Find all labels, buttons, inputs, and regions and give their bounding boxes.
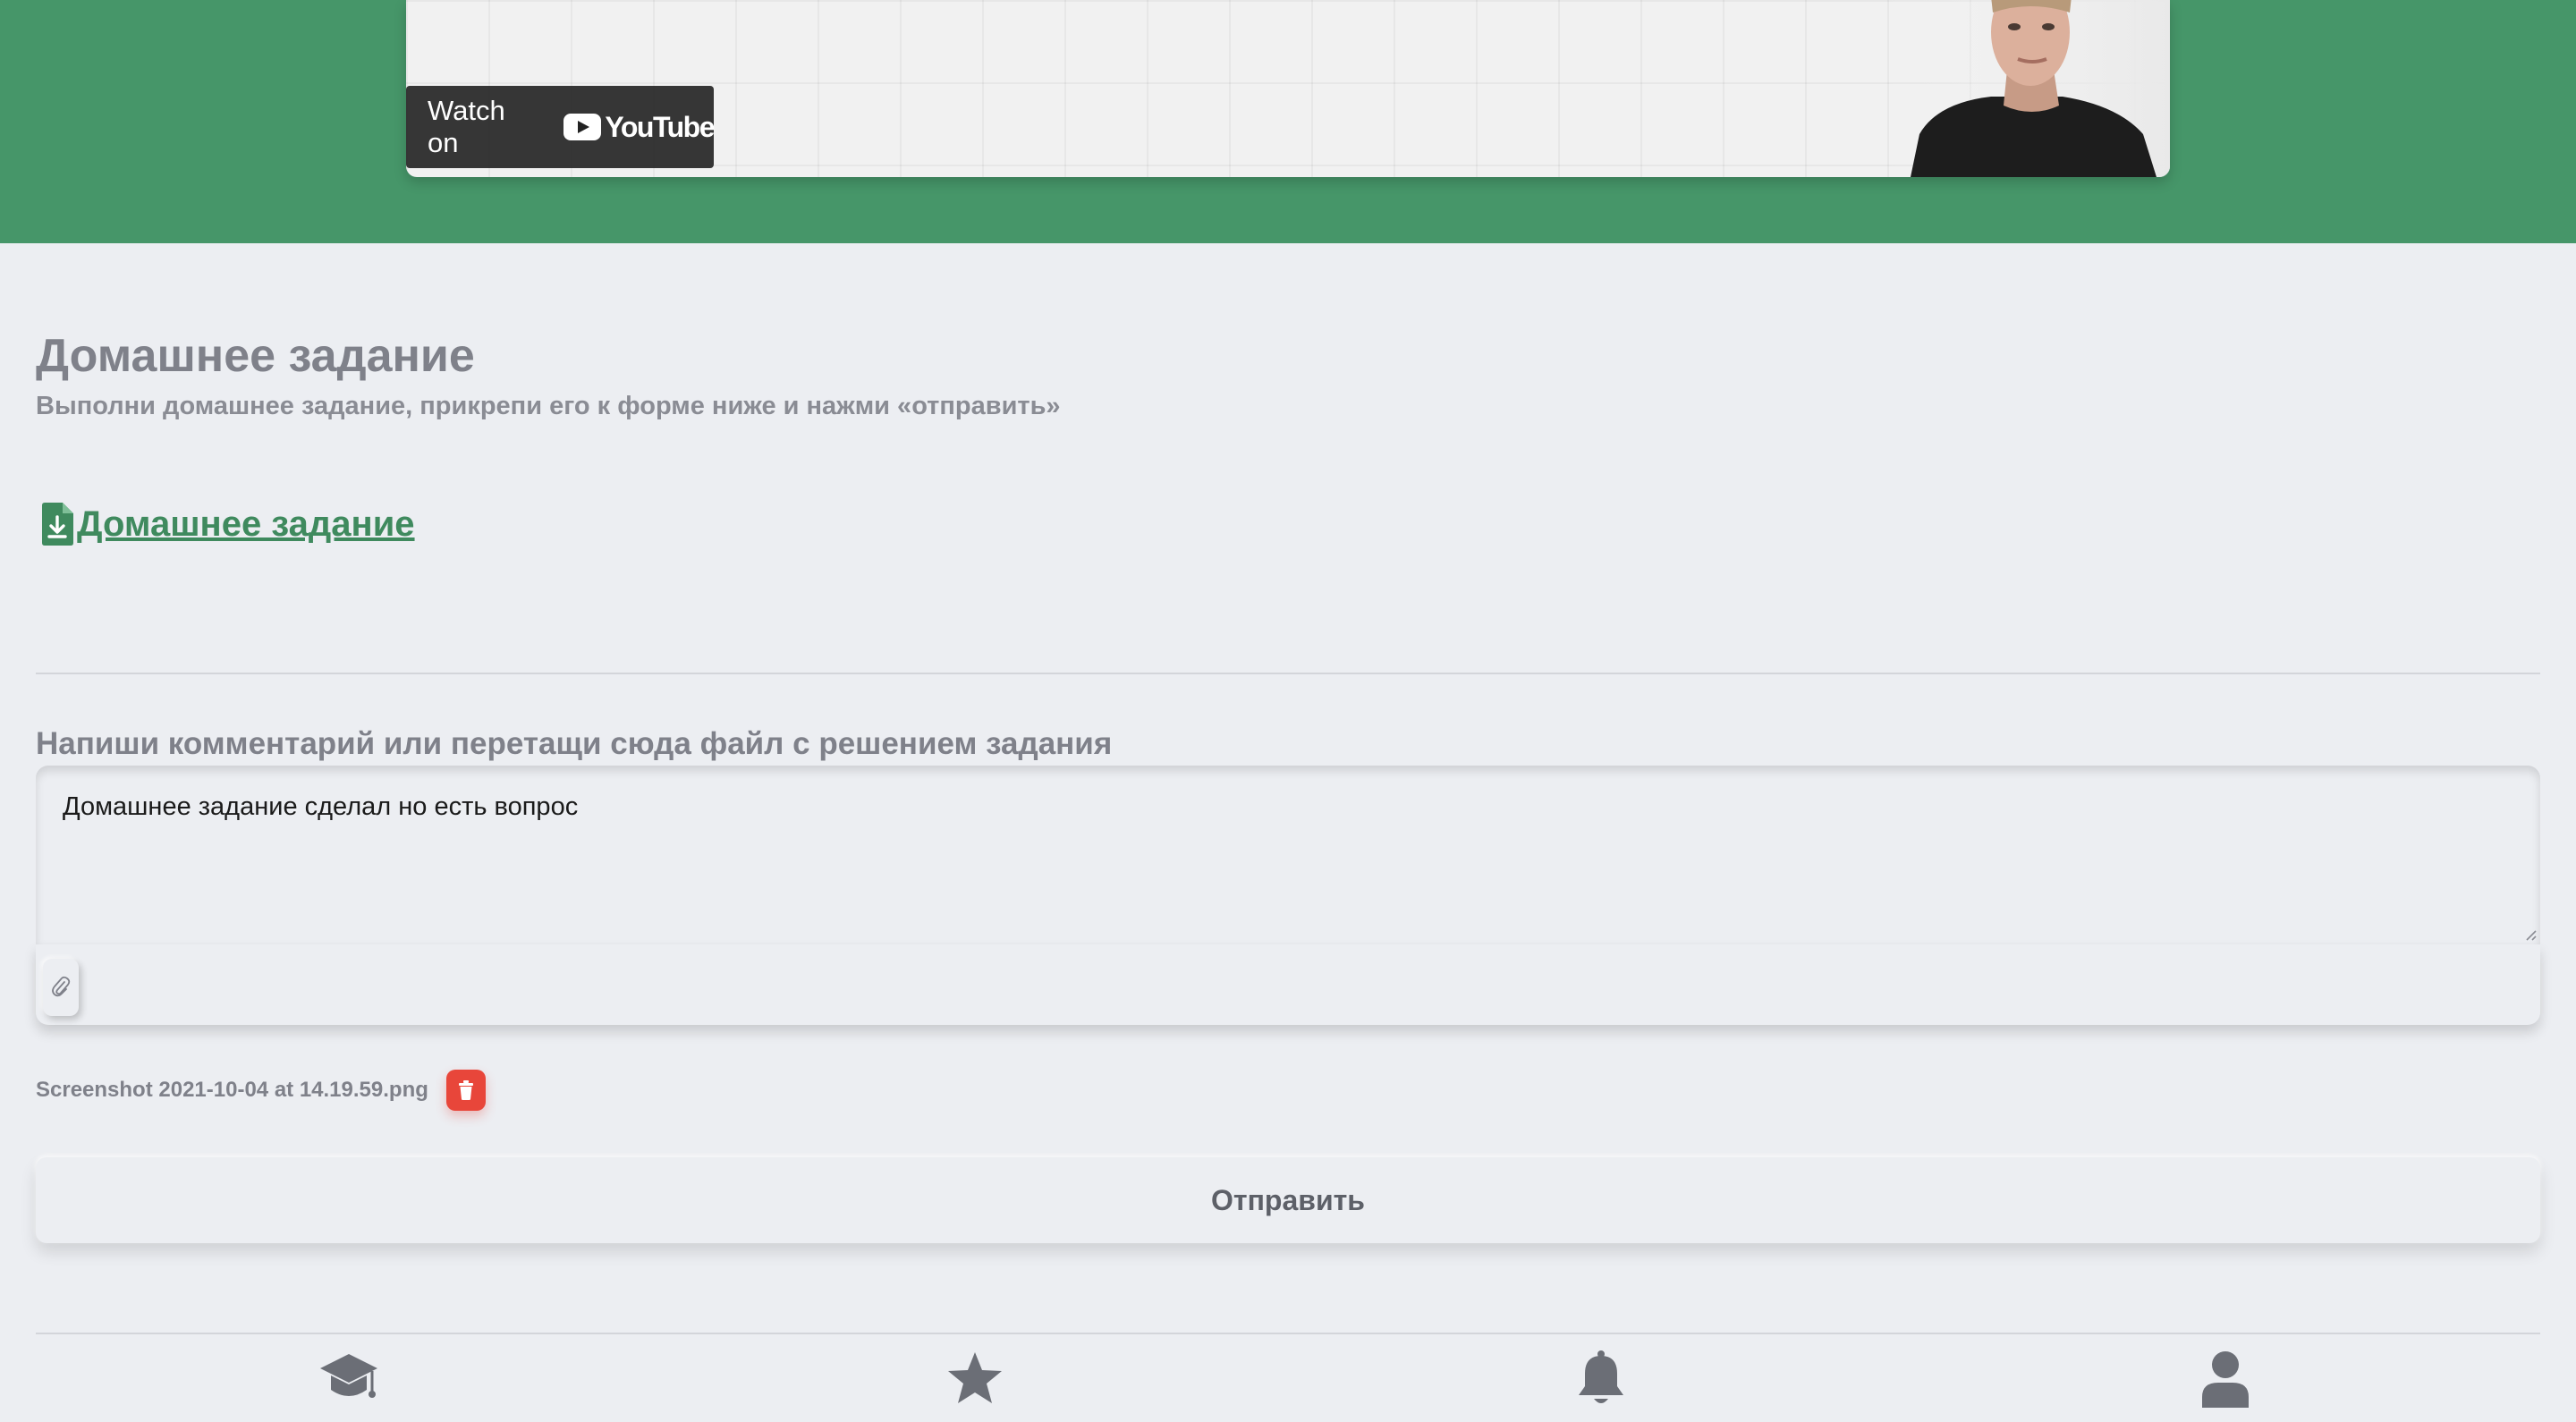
bell-icon xyxy=(1579,1350,1623,1403)
watch-on-label: Watch on xyxy=(428,95,505,158)
star-icon xyxy=(948,1352,1002,1403)
comment-textarea[interactable]: Домашнее задание сделал но есть вопрос xyxy=(36,766,2540,944)
divider xyxy=(36,673,2540,674)
graduation-cap-icon xyxy=(320,1354,377,1398)
attach-file-button[interactable] xyxy=(43,959,79,1016)
attachment-toolbar xyxy=(36,944,2540,1025)
homework-subtitle: Выполни домашнее задание, прикрепи его к… xyxy=(36,392,1061,420)
paperclip-icon xyxy=(52,976,71,997)
youtube-wordmark: YouTube xyxy=(605,110,715,143)
trash-icon xyxy=(458,1080,473,1100)
delete-file-button[interactable] xyxy=(445,1070,486,1111)
nav-favorites[interactable] xyxy=(939,1350,1011,1422)
presenter-image xyxy=(1884,0,2170,177)
homework-title: Домашнее задание xyxy=(36,330,475,382)
divider xyxy=(36,1333,2540,1334)
nav-courses[interactable] xyxy=(313,1350,385,1422)
bottom-navigation xyxy=(0,1336,2576,1422)
comment-label: Напиши комментарий или перетащи сюда фай… xyxy=(36,726,1113,761)
attached-file-name: Screenshot 2021-10-04 at 14.19.59.png xyxy=(36,1078,428,1102)
file-download-icon xyxy=(42,503,73,546)
video-player[interactable]: Watch on YouTube xyxy=(406,0,2170,177)
youtube-play-icon xyxy=(564,114,602,140)
resize-handle-icon[interactable] xyxy=(2522,927,2537,941)
attached-file-row: Screenshot 2021-10-04 at 14.19.59.png xyxy=(36,1070,486,1111)
submit-button[interactable]: Отправить xyxy=(36,1157,2540,1243)
nav-notifications[interactable] xyxy=(1565,1350,1637,1422)
nav-profile[interactable] xyxy=(2190,1350,2261,1422)
homework-download-label: Домашнее задание xyxy=(77,504,415,544)
youtube-logo: YouTube xyxy=(564,110,715,144)
homework-download-link[interactable]: Домашнее задание xyxy=(39,503,415,546)
watch-on-youtube-button[interactable]: Watch on YouTube xyxy=(406,86,715,168)
user-icon xyxy=(2202,1351,2249,1408)
video-header: Watch on YouTube xyxy=(0,0,2576,243)
comment-text: Домашнее задание сделал но есть вопрос xyxy=(63,792,579,821)
